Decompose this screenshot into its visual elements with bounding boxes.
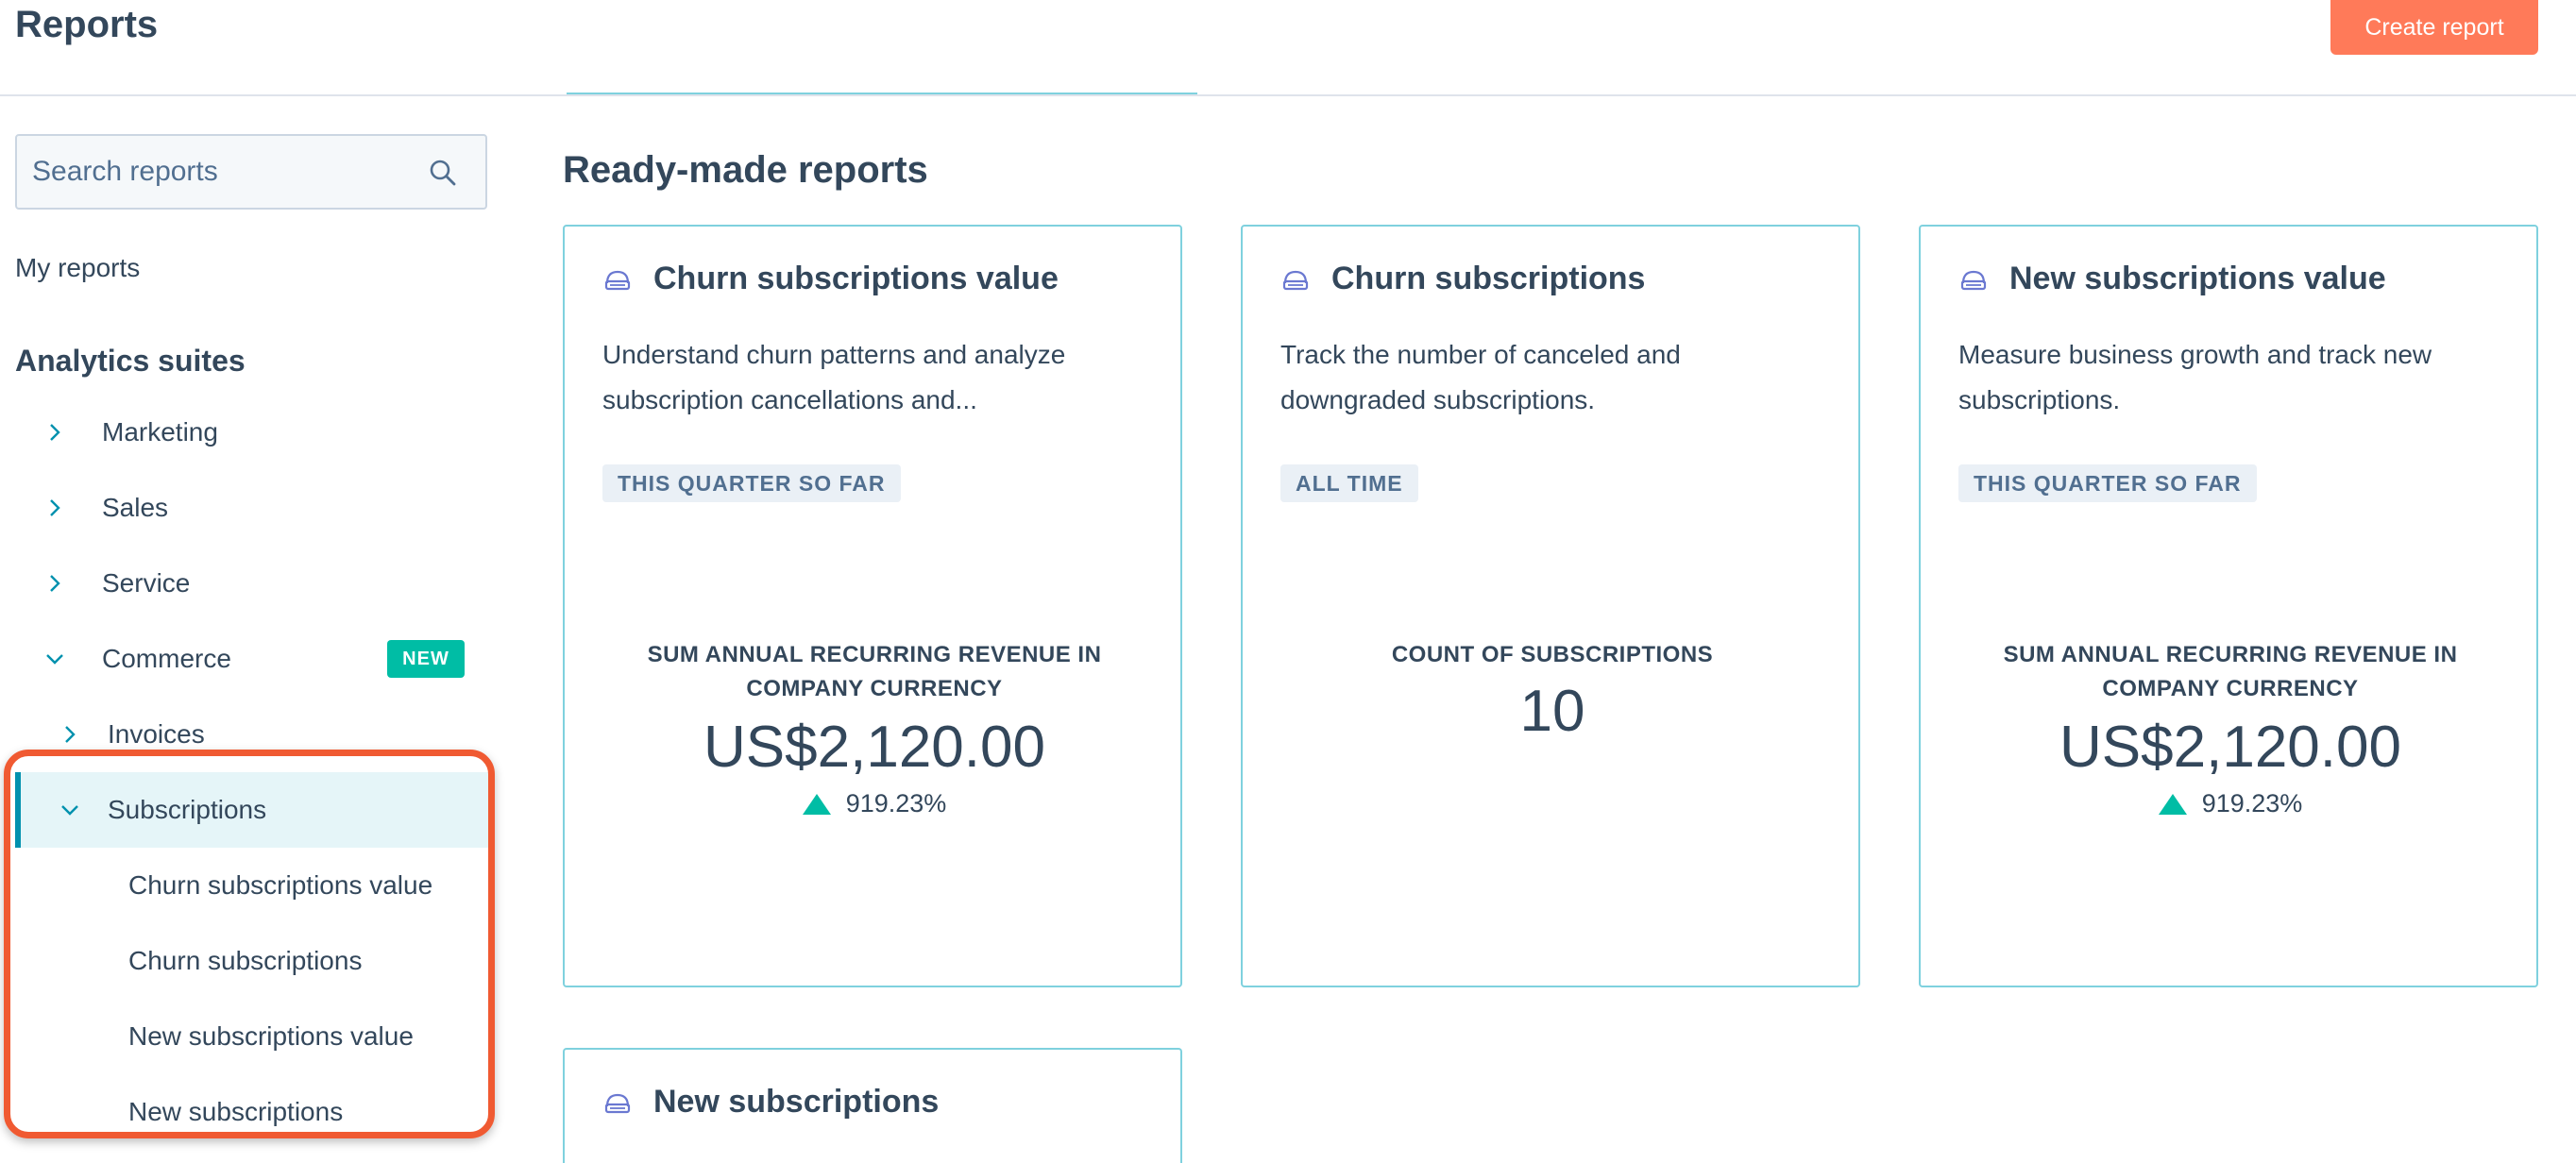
metric-change: 919.23% (602, 789, 1146, 818)
sidebar-item-service[interactable]: Service (36, 555, 190, 612)
search-input[interactable] (32, 136, 410, 208)
analytics-suites-heading: Analytics suites (15, 344, 246, 378)
header-divider (0, 94, 2576, 96)
sidebar-report-new-subscriptions[interactable]: New subscriptions (128, 1097, 343, 1127)
metric-value: US$2,120.00 (2059, 715, 2401, 780)
sidebar-item-sales[interactable]: Sales (36, 480, 168, 536)
date-range-tag: THIS QUARTER SO FAR (1958, 464, 2257, 502)
card-title[interactable]: Churn subscriptions value (653, 261, 1059, 297)
my-reports-link[interactable]: My reports (15, 253, 140, 283)
sidebar-report-churn-subscriptions-value[interactable]: Churn subscriptions value (128, 870, 432, 901)
metric-value: US$2,120.00 (703, 715, 1045, 780)
sidebar-report-new-subscriptions-value[interactable]: New subscriptions value (128, 1021, 414, 1052)
card-description: Track the number of canceled and downgra… (1280, 340, 1681, 414)
sidebar-item-label: Subscriptions (108, 795, 267, 824)
trend-up-icon (2158, 793, 2187, 815)
sidebar-item-subscriptions[interactable]: Subscriptions (51, 782, 266, 838)
chevron-right-icon (36, 413, 74, 451)
report-card-churn-subscriptions[interactable]: Churn subscriptions Track the number of … (1241, 225, 1860, 987)
report-card-new-subscriptions[interactable]: New subscriptions (563, 1048, 1182, 1163)
report-card-churn-subscriptions-value[interactable]: Churn subscriptions value Understand chu… (563, 225, 1182, 987)
sidebar-item-invoices[interactable]: Invoices (51, 706, 205, 763)
chevron-right-icon (36, 489, 74, 527)
date-range-tag: THIS QUARTER SO FAR (602, 464, 901, 502)
sidebar-item-marketing[interactable]: Marketing (36, 404, 218, 461)
page-title: Reports (15, 4, 159, 45)
ready-made-reports-heading: Ready-made reports (563, 149, 928, 191)
sidebar-item-label: Commerce (102, 644, 231, 673)
card-header: Churn subscriptions (1280, 261, 1645, 297)
chevron-down-icon (36, 640, 74, 678)
chevron-right-icon (51, 716, 89, 753)
sidebar-report-churn-subscriptions[interactable]: Churn subscriptions (128, 946, 362, 976)
report-card-new-subscriptions-value[interactable]: New subscriptions value Measure business… (1919, 225, 2538, 987)
chevron-down-icon (51, 791, 89, 829)
metric-value: 10 (1519, 679, 1585, 744)
sidebar-item-label: Invoices (108, 719, 205, 749)
card-header: Churn subscriptions value (602, 261, 1059, 297)
card-header: New subscriptions (602, 1084, 939, 1121)
metric-label: SUM ANNUAL RECURRING REVENUE IN COMPANY … (2003, 642, 2458, 701)
sidebar-item-label: Service (102, 568, 191, 598)
chevron-right-icon (36, 565, 74, 602)
subscription-icon (604, 1093, 631, 1113)
metric-label: COUNT OF SUBSCRIPTIONS (1391, 642, 1714, 667)
subscription-icon (604, 270, 631, 290)
card-header: New subscriptions value (1958, 261, 2386, 297)
metric-change: 919.23% (1958, 789, 2502, 818)
sidebar-item-label: Marketing (102, 417, 218, 447)
sidebar-item-commerce[interactable]: Commerce (36, 631, 231, 687)
trend-up-icon (802, 793, 831, 815)
card-description: Measure business growth and track new su… (1958, 340, 2432, 414)
metric-change-value: 919.23% (845, 789, 947, 817)
date-range-tag: ALL TIME (1280, 464, 1418, 502)
metric-label: SUM ANNUAL RECURRING REVENUE IN COMPANY … (647, 642, 1102, 701)
subscription-icon (1960, 270, 1987, 290)
search-icon[interactable] (429, 159, 457, 187)
sidebar-item-label: Sales (102, 493, 169, 522)
card-title[interactable]: New subscriptions value (2009, 261, 2386, 297)
metric-change-value: 919.23% (2201, 789, 2303, 817)
create-report-button[interactable]: Create report (2330, 0, 2538, 55)
subscription-icon (1282, 270, 1309, 290)
search-box[interactable] (15, 134, 487, 210)
card-title[interactable]: Churn subscriptions (1331, 261, 1645, 297)
card-title[interactable]: New subscriptions (653, 1084, 939, 1121)
card-description: Understand churn patterns and analyze su… (602, 340, 1066, 414)
new-badge: NEW (387, 640, 465, 678)
